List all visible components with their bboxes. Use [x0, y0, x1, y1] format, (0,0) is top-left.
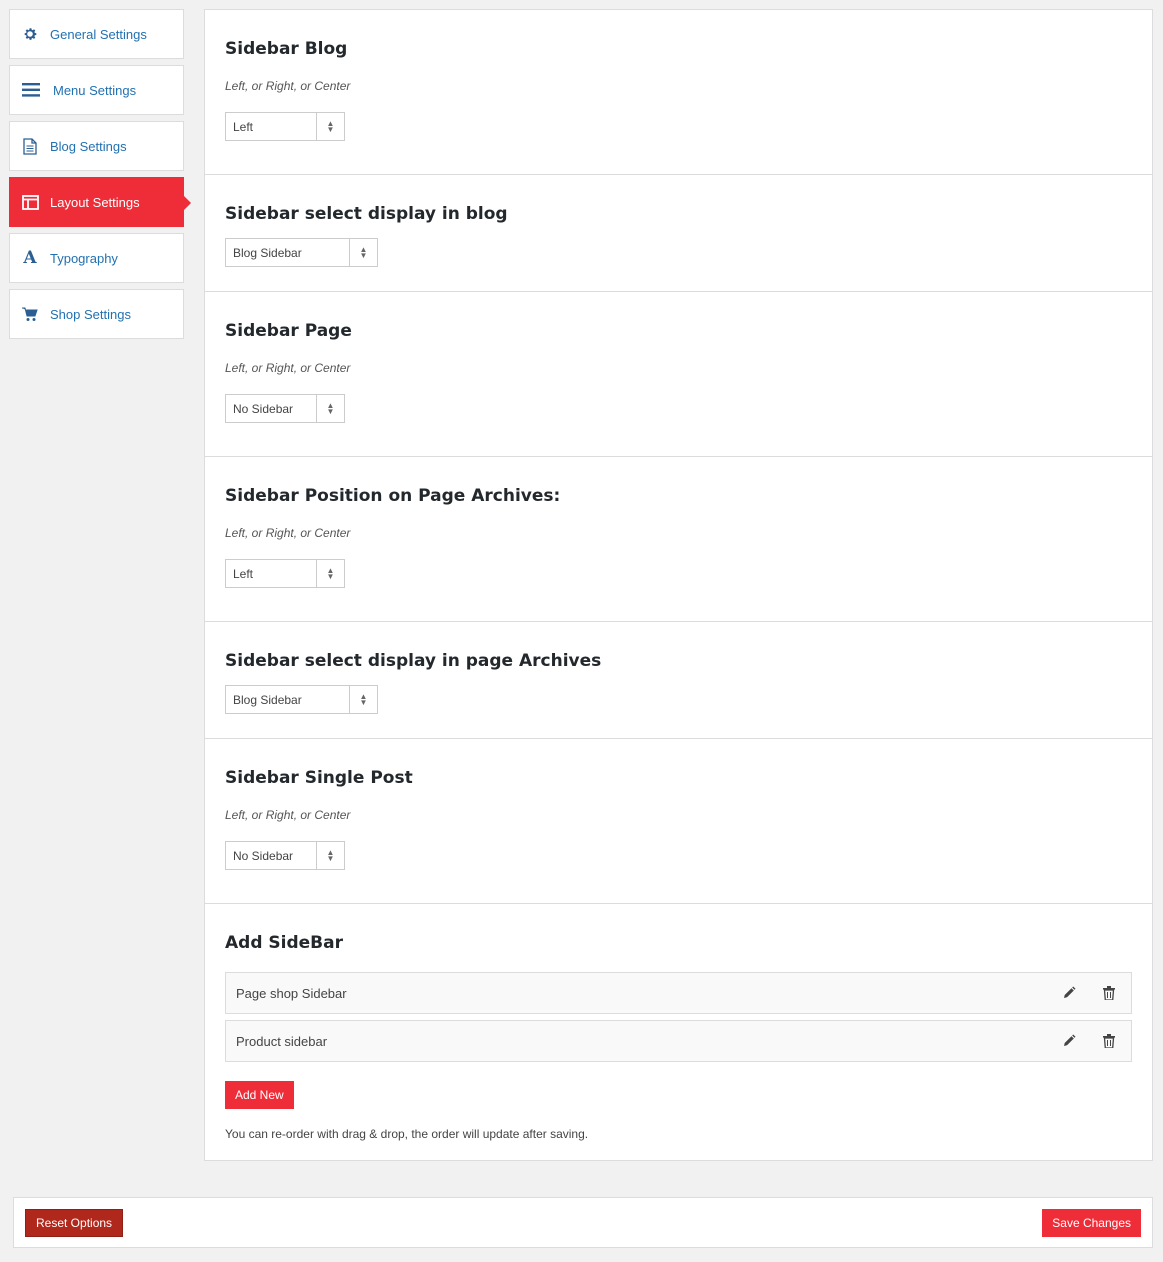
section-title: Sidebar Single Post: [225, 768, 413, 788]
select-value: Blog Sidebar: [233, 692, 302, 707]
pencil-icon[interactable]: [1061, 985, 1077, 1001]
typography-icon: A: [23, 248, 37, 268]
nav-item-blog-settings[interactable]: Blog Settings: [9, 121, 184, 171]
section-description: Left, or Right, or Center: [225, 79, 351, 93]
nav-item-label: Layout Settings: [50, 194, 140, 210]
section-sidebar-archives-display: Sidebar select display in page Archives …: [205, 622, 1152, 739]
row-actions: [1061, 1033, 1117, 1049]
settings-nav: General Settings Menu Settings Blog Sett…: [9, 9, 191, 345]
section-description: Left, or Right, or Center: [225, 361, 351, 375]
select-value: Blog Sidebar: [233, 245, 302, 260]
sidebar-blog-select[interactable]: Left ▲ ▼: [225, 112, 345, 141]
sidebar-page-archives-select[interactable]: Left ▲ ▼: [225, 559, 345, 588]
nav-item-label: Typography: [50, 250, 118, 266]
select-arrows-icon: ▲ ▼: [316, 113, 344, 140]
trash-icon[interactable]: [1101, 1033, 1117, 1049]
save-changes-button[interactable]: Save Changes: [1042, 1209, 1141, 1237]
section-title: Sidebar select display in page Archives: [225, 651, 602, 671]
section-add-sidebar: Add SideBar Page shop Sidebar Product si…: [205, 904, 1152, 1160]
select-arrows-icon: ▲ ▼: [349, 686, 377, 713]
section-title: Sidebar Page: [225, 321, 352, 341]
section-sidebar-blog-display: Sidebar select display in blog Blog Side…: [205, 175, 1152, 292]
sidebar-single-post-select[interactable]: No Sidebar ▲ ▼: [225, 841, 345, 870]
select-arrows-icon: ▲ ▼: [316, 842, 344, 869]
select-arrows-icon: ▲ ▼: [316, 395, 344, 422]
section-description: Left, or Right, or Center: [225, 526, 351, 540]
select-value: No Sidebar: [233, 848, 294, 863]
sidebar-blog-display-select[interactable]: Blog Sidebar ▲ ▼: [225, 238, 378, 267]
select-arrows-icon: ▲ ▼: [316, 560, 344, 587]
nav-item-menu-settings[interactable]: Menu Settings: [9, 65, 184, 115]
layout-icon: [21, 193, 39, 211]
layout-settings-panel: Sidebar Blog Left, or Right, or Center L…: [204, 9, 1153, 1161]
nav-item-layout-settings[interactable]: Layout Settings: [9, 177, 191, 227]
sidebar-item-name: Product sidebar: [236, 1033, 328, 1049]
sidebar-list: Page shop Sidebar Product sidebar: [225, 972, 1132, 1062]
trash-icon[interactable]: [1101, 985, 1117, 1001]
gear-icon: [21, 25, 39, 43]
menu-lines-icon: [21, 81, 41, 99]
reset-options-button[interactable]: Reset Options: [25, 1209, 124, 1237]
pencil-icon[interactable]: [1061, 1033, 1077, 1049]
nav-item-typography[interactable]: A Typography: [9, 233, 184, 283]
nav-item-shop-settings[interactable]: Shop Settings: [9, 289, 184, 339]
section-sidebar-page-archives: Sidebar Position on Page Archives: Left,…: [205, 457, 1152, 622]
document-icon: [21, 137, 39, 155]
sidebar-archives-display-select[interactable]: Blog Sidebar ▲ ▼: [225, 685, 378, 714]
options-footer: Reset Options Save Changes: [13, 1197, 1153, 1248]
section-title: Sidebar Position on Page Archives:: [225, 486, 561, 506]
section-title: Sidebar select display in blog: [225, 204, 508, 224]
nav-item-label: Blog Settings: [50, 138, 127, 154]
nav-item-label: Menu Settings: [53, 82, 137, 98]
select-value: Left: [233, 566, 254, 581]
nav-item-label: Shop Settings: [50, 306, 131, 322]
sidebar-item-name: Page shop Sidebar: [236, 985, 347, 1001]
nav-item-label: General Settings: [50, 26, 147, 42]
sidebar-list-item[interactable]: Product sidebar: [225, 1020, 1132, 1062]
nav-item-general-settings[interactable]: General Settings: [9, 9, 184, 59]
cart-icon: [21, 305, 39, 323]
sidebar-page-select[interactable]: No Sidebar ▲ ▼: [225, 394, 345, 423]
add-new-sidebar-button[interactable]: Add New: [225, 1081, 294, 1109]
select-value: No Sidebar: [233, 401, 294, 416]
reorder-note: You can re-order with drag & drop, the o…: [225, 1127, 589, 1141]
section-sidebar-page: Sidebar Page Left, or Right, or Center N…: [205, 292, 1152, 457]
sidebar-list-item[interactable]: Page shop Sidebar: [225, 972, 1132, 1014]
row-actions: [1061, 985, 1117, 1001]
section-sidebar-blog: Sidebar Blog Left, or Right, or Center L…: [205, 10, 1152, 175]
section-title: Add SideBar: [225, 933, 343, 953]
select-value: Left: [233, 119, 254, 134]
section-sidebar-single-post: Sidebar Single Post Left, or Right, or C…: [205, 739, 1152, 904]
select-arrows-icon: ▲ ▼: [349, 239, 377, 266]
section-description: Left, or Right, or Center: [225, 808, 351, 822]
section-title: Sidebar Blog: [225, 39, 348, 59]
